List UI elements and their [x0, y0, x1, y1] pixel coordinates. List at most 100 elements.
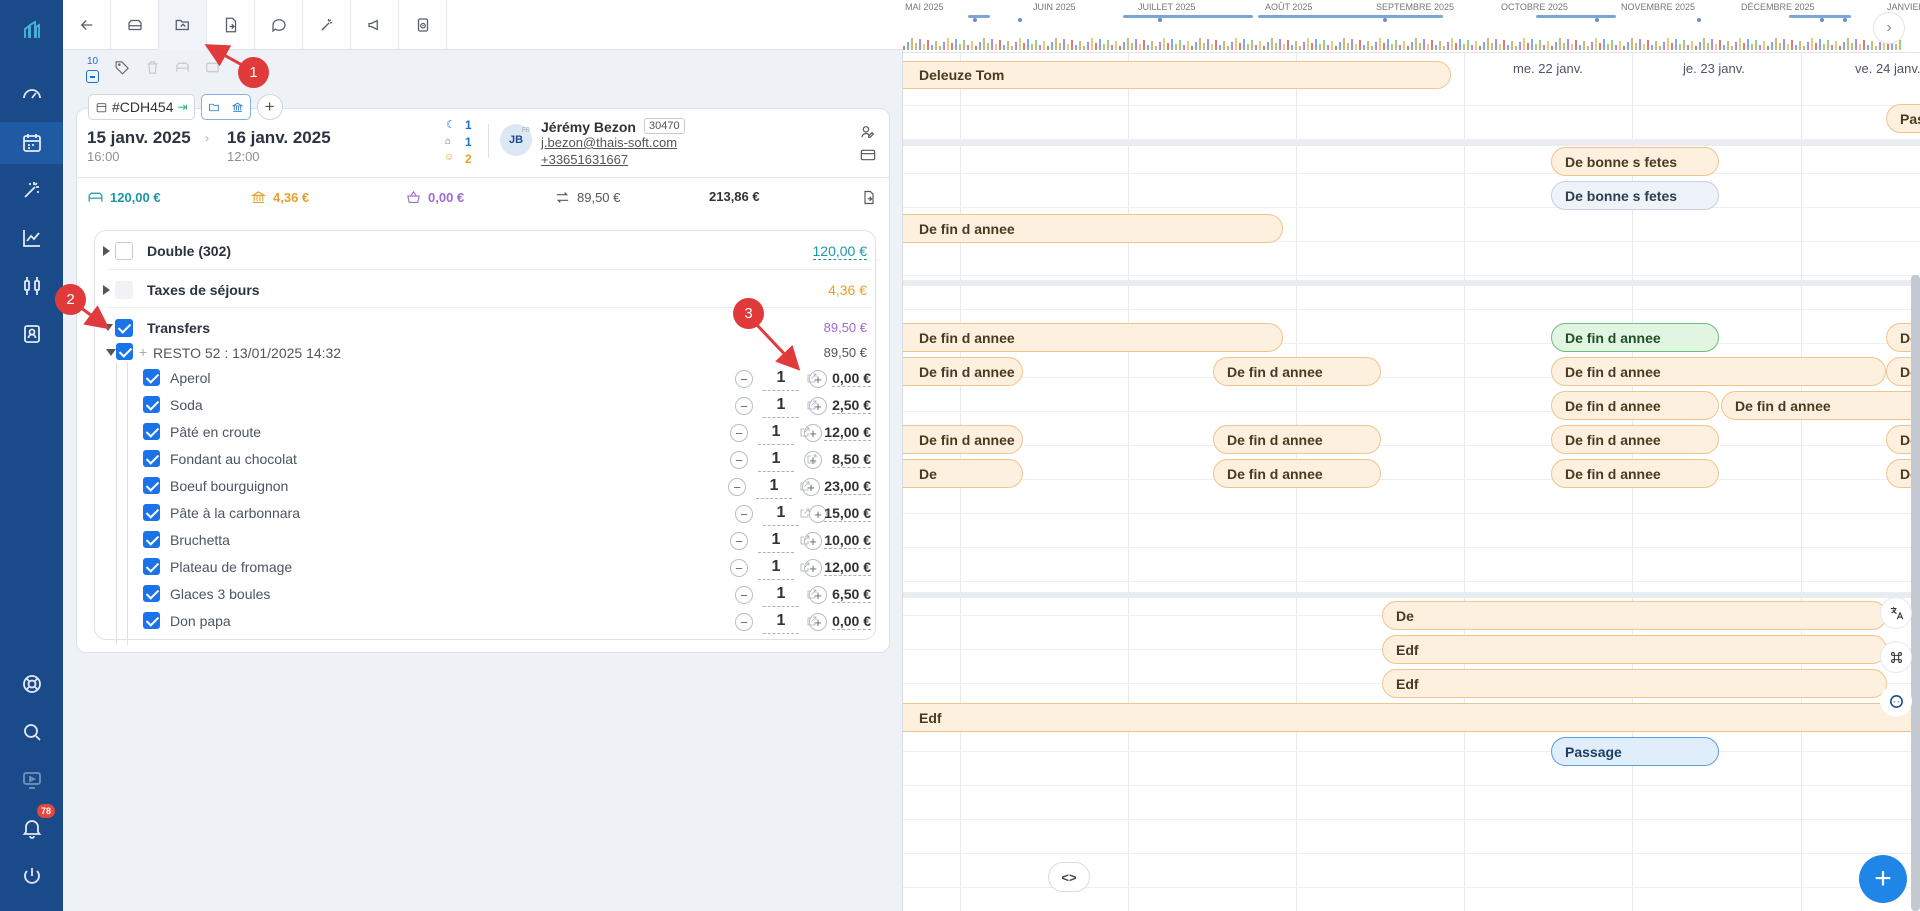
external-link-icon[interactable] [806, 615, 818, 627]
item-checkbox[interactable] [143, 369, 160, 386]
booking-bar[interactable]: De fin d annee [1551, 459, 1719, 488]
tab-history[interactable] [399, 0, 447, 50]
item-checkbox[interactable] [143, 423, 160, 440]
external-link-icon[interactable] [799, 534, 811, 546]
folio-amount[interactable]: 120,00 € [812, 243, 867, 260]
item-checkbox[interactable] [143, 477, 160, 494]
quantity-value[interactable]: 1 [763, 394, 799, 418]
item-price[interactable]: 8,50 € [832, 451, 871, 468]
expand-icon[interactable] [103, 285, 110, 295]
expand-icon[interactable] [103, 246, 110, 256]
folio-row[interactable]: Double (302) 120,00 € [103, 232, 871, 270]
chevron-right-icon[interactable]: › [1873, 12, 1905, 44]
dashboard-icon[interactable] [0, 74, 63, 114]
delete-icon[interactable] [144, 59, 161, 81]
tab-documents[interactable] [207, 0, 255, 50]
scrollbar[interactable] [1911, 275, 1920, 911]
line-item[interactable]: Aperol −1 +0,00 € [143, 365, 871, 392]
external-link-icon[interactable] [806, 399, 818, 411]
search-icon[interactable] [0, 712, 63, 752]
quantity-stepper[interactable]: −1 + [735, 502, 827, 526]
planning-icon[interactable] [0, 122, 63, 164]
booking-bar[interactable]: De bonne s fetes [1551, 181, 1719, 210]
folio-checkbox[interactable] [115, 242, 133, 260]
collapse-count-icon[interactable]: 10 [85, 56, 101, 84]
item-checkbox[interactable] [143, 612, 160, 629]
item-price[interactable]: 10,00 € [824, 532, 871, 549]
day-header[interactable]: ve. 24 janv. [1855, 61, 1920, 76]
collapse-icon[interactable] [103, 324, 113, 331]
code-toggle-button[interactable]: <> [1048, 862, 1090, 892]
minus-icon[interactable]: − [730, 424, 748, 442]
export-icon[interactable] [861, 189, 877, 209]
quantity-value[interactable]: 1 [758, 448, 794, 472]
booking-bar[interactable]: De fin d annee [1213, 357, 1381, 386]
day-header[interactable]: je. 23 janv. [1683, 61, 1745, 76]
back-button[interactable] [63, 0, 111, 50]
reservation-ref-chip[interactable]: #CDH454 ⇥ [88, 94, 195, 120]
line-item[interactable]: Pâté en croute −1 +12,00 € [143, 419, 871, 446]
tab-announce[interactable] [351, 0, 399, 50]
booking-bar[interactable]: De [903, 459, 1023, 488]
quantity-value[interactable]: 1 [763, 367, 799, 391]
tag-icon[interactable] [114, 59, 131, 81]
booking-bar[interactable]: De fin d annee [903, 425, 1023, 454]
contacts-icon[interactable] [0, 314, 63, 354]
item-checkbox[interactable] [143, 504, 160, 521]
resto-checkbox[interactable] [116, 343, 133, 360]
assistant-icon[interactable] [1880, 685, 1912, 717]
booking-bar[interactable]: De fin d annee [1551, 357, 1886, 386]
booking-bar[interactable]: Edf [903, 703, 1920, 732]
line-item[interactable]: Don papa −1 +0,00 € [143, 608, 871, 635]
resto-row[interactable]: + RESTO 52 : 13/01/2025 14:32 89,50 € [106, 342, 871, 364]
minus-icon[interactable]: − [730, 532, 748, 550]
guest-name[interactable]: Jérémy Bezon [541, 119, 636, 135]
booking-bar[interactable]: De fin d annee [903, 323, 1283, 352]
tv-icon[interactable] [0, 760, 63, 800]
folio-checkbox[interactable] [115, 319, 133, 337]
minus-icon[interactable]: − [735, 370, 753, 388]
external-link-icon[interactable] [799, 426, 811, 438]
stats-icon[interactable] [0, 218, 63, 258]
booking-bar[interactable]: De fin d annee [1551, 323, 1719, 352]
booking-bar[interactable]: Pas [1886, 104, 1920, 133]
item-price[interactable]: 23,00 € [824, 478, 871, 495]
item-price[interactable]: 15,00 € [824, 505, 871, 522]
quantity-value[interactable]: 1 [758, 421, 794, 445]
magic-wand-icon[interactable] [0, 170, 63, 210]
add-reservation-button[interactable]: + [1859, 855, 1907, 903]
help-icon[interactable] [0, 664, 63, 704]
item-price[interactable]: 12,00 € [824, 424, 871, 441]
collapse-icon[interactable] [106, 349, 116, 356]
booking-bar[interactable]: De bonne s fetes [1551, 147, 1719, 176]
bed-icon[interactable] [174, 59, 191, 81]
minus-icon[interactable]: − [735, 397, 753, 415]
booking-bar[interactable]: Edf [1382, 635, 1887, 664]
guest-email[interactable]: j.bezon@thais-soft.com [541, 135, 677, 150]
line-item[interactable]: Soda −1 +2,50 € [143, 392, 871, 419]
app-logo-icon[interactable] [0, 10, 63, 50]
shortcut-icon[interactable] [1880, 641, 1912, 673]
line-item[interactable]: Boeuf bourguignon −1 +23,00 € [143, 473, 871, 500]
line-item[interactable]: Fondant au chocolat −1 +8,50 € [143, 446, 871, 473]
external-link-icon[interactable] [806, 588, 818, 600]
split-icon[interactable] [204, 59, 221, 81]
folio-checkbox[interactable] [115, 281, 133, 299]
booking-bar[interactable]: De fin d annee [1551, 391, 1719, 420]
booking-bar[interactable]: De [1382, 601, 1887, 630]
quantity-value[interactable]: 1 [763, 502, 799, 526]
edit-guest-icon[interactable] [860, 124, 876, 145]
external-link-icon[interactable] [806, 372, 818, 384]
item-price[interactable]: 2,50 € [832, 397, 871, 414]
external-link-icon[interactable] [799, 480, 811, 492]
quantity-value[interactable]: 1 [758, 556, 794, 580]
external-link-icon[interactable] [799, 561, 811, 573]
booking-bar[interactable]: De fin d annee [903, 357, 1023, 386]
external-link-icon[interactable] [799, 507, 811, 519]
quantity-value[interactable]: 1 [763, 610, 799, 634]
item-checkbox[interactable] [143, 531, 160, 548]
booking-bar[interactable]: De fin d annee [1551, 425, 1719, 454]
item-price[interactable]: 0,00 € [832, 613, 871, 630]
booking-bar[interactable]: De fin d annee [903, 214, 1283, 243]
item-checkbox[interactable] [143, 396, 160, 413]
